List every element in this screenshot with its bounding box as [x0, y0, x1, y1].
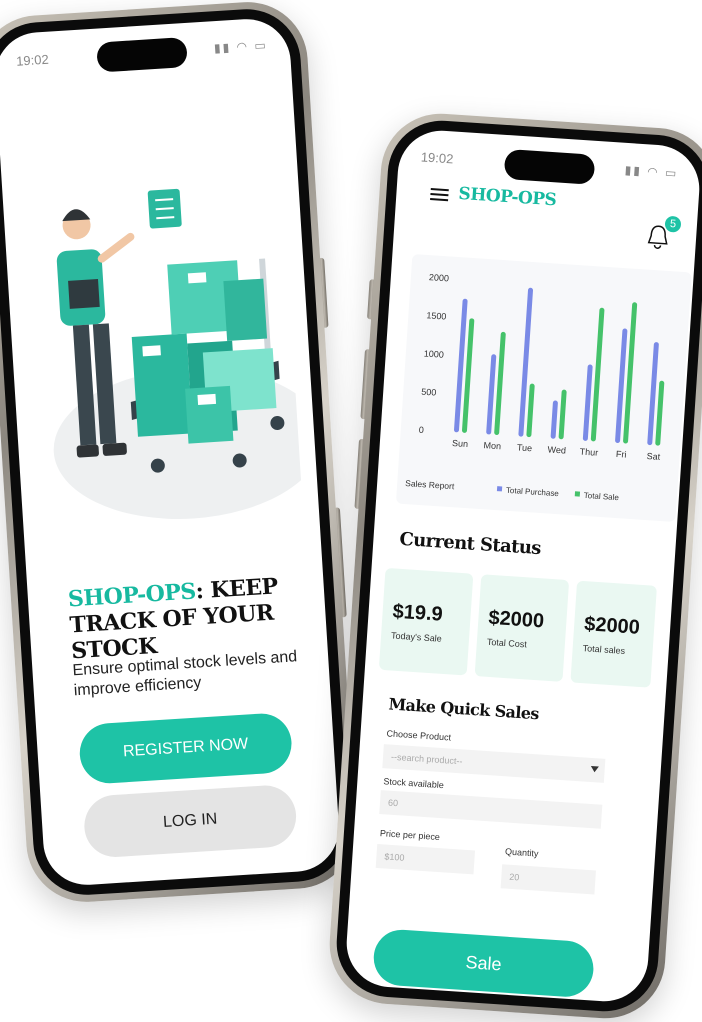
quick-sales-title: Make Quick Sales [387, 694, 540, 724]
legend-swatch [574, 491, 581, 497]
status-time: 19:02 [15, 51, 50, 69]
product-placeholder: --search product-- [390, 751, 463, 767]
register-button[interactable]: REGISTER NOW [77, 711, 294, 786]
welcome-screen: 19:02 ▮▮ ◠ ▭ SHOP-OPS: KEEP TRACK OF YOU… [0, 16, 342, 888]
chart-title: Sales Report [405, 478, 455, 491]
warehouse-illustration [53, 188, 304, 519]
x-tick-label: Sat [646, 451, 661, 462]
sale-button[interactable]: Sale [371, 928, 596, 999]
status-time: 19:02 [420, 149, 454, 167]
bar-total-sale [526, 383, 535, 438]
dashboard-phone: 19:02 ▮▮ ◠ ▭ SHOP-OPS 5 2000 1500 1000 500 0… [325, 109, 702, 1022]
app-title: SHOP-OPS [457, 183, 557, 211]
stat-value: $19.9 [391, 600, 444, 626]
bar-total-sale [494, 331, 506, 435]
bar-total-purchase [550, 400, 558, 439]
x-tick-label: Wed [547, 444, 566, 455]
y-tick-label: 2000 [429, 272, 450, 283]
sales-chart: 2000 1500 1000 500 0 Sun Mon Tue Wed Thur Fri Sat Sa… [395, 253, 692, 522]
menu-icon[interactable] [430, 188, 449, 203]
bar-total-sale [590, 307, 605, 442]
stat-card: $2000 Total sales [570, 580, 657, 688]
choose-product-label: Choose Product [386, 728, 452, 743]
price-field[interactable]: $100 [375, 843, 476, 875]
y-tick-label: 1000 [424, 348, 445, 359]
bar-total-purchase [486, 354, 497, 435]
stock-value: 60 [387, 797, 399, 809]
x-tick-label: Sun [452, 438, 469, 449]
x-tick-label: Fri [616, 449, 627, 460]
dropdown-arrow-icon [590, 765, 599, 773]
dashboard-screen: 19:02 ▮▮ ◠ ▭ SHOP-OPS 5 2000 1500 1000 500 0… [343, 127, 702, 1005]
notification-badge: 5 [664, 215, 682, 233]
y-tick-label: 1500 [426, 310, 447, 321]
welcome-phone: 19:02 ▮▮ ◠ ▭ SHOP-OPS: KEEP TRACK OF YOU… [0, 0, 360, 906]
legend-label: Total Sale [584, 491, 620, 502]
stat-label: Today's Sale [390, 630, 443, 644]
quantity-field[interactable]: 20 [500, 864, 596, 895]
price-label: Price per piece [379, 828, 441, 843]
x-tick-label: Mon [483, 440, 501, 451]
stat-card: $2000 Total Cost [474, 574, 570, 682]
quantity-label: Quantity [504, 846, 539, 859]
x-tick-label: Thur [579, 447, 598, 458]
x-tick-label: Tue [517, 442, 533, 453]
y-tick-label: 0 [418, 425, 424, 435]
stat-card: $19.9 Today's Sale [378, 567, 474, 676]
status-icons: ▮▮ ◠ ▭ [213, 37, 269, 56]
sales-chart-svg: 2000 1500 1000 500 0 Sun Mon Tue Wed Thur Fri Sat Sa… [405, 272, 665, 502]
bar-total-purchase [582, 364, 593, 441]
y-tick-label: 500 [421, 387, 437, 398]
stat-value: $2000 [487, 606, 545, 633]
stock-field[interactable]: 60 [379, 790, 603, 829]
current-status-title: Current Status [398, 528, 542, 560]
bar-total-sale [623, 302, 638, 444]
dynamic-island [503, 148, 596, 185]
stat-label: Total sales [582, 643, 626, 656]
legend-swatch [496, 486, 503, 492]
status-icons: ▮▮ ◠ ▭ [624, 162, 679, 181]
legend-label: Total Purchase [506, 486, 560, 499]
price-value: $100 [384, 851, 405, 863]
quantity-value: 20 [509, 871, 520, 883]
stat-label: Total Cost [486, 636, 528, 650]
bar-total-sale [558, 389, 567, 440]
dynamic-island [96, 36, 188, 73]
bar-total-sale [655, 380, 665, 446]
product-select[interactable]: --search product-- [382, 744, 606, 783]
stat-value: $2000 [583, 613, 641, 639]
stock-label: Stock available [383, 776, 445, 791]
login-button[interactable]: LOG IN [82, 783, 298, 859]
